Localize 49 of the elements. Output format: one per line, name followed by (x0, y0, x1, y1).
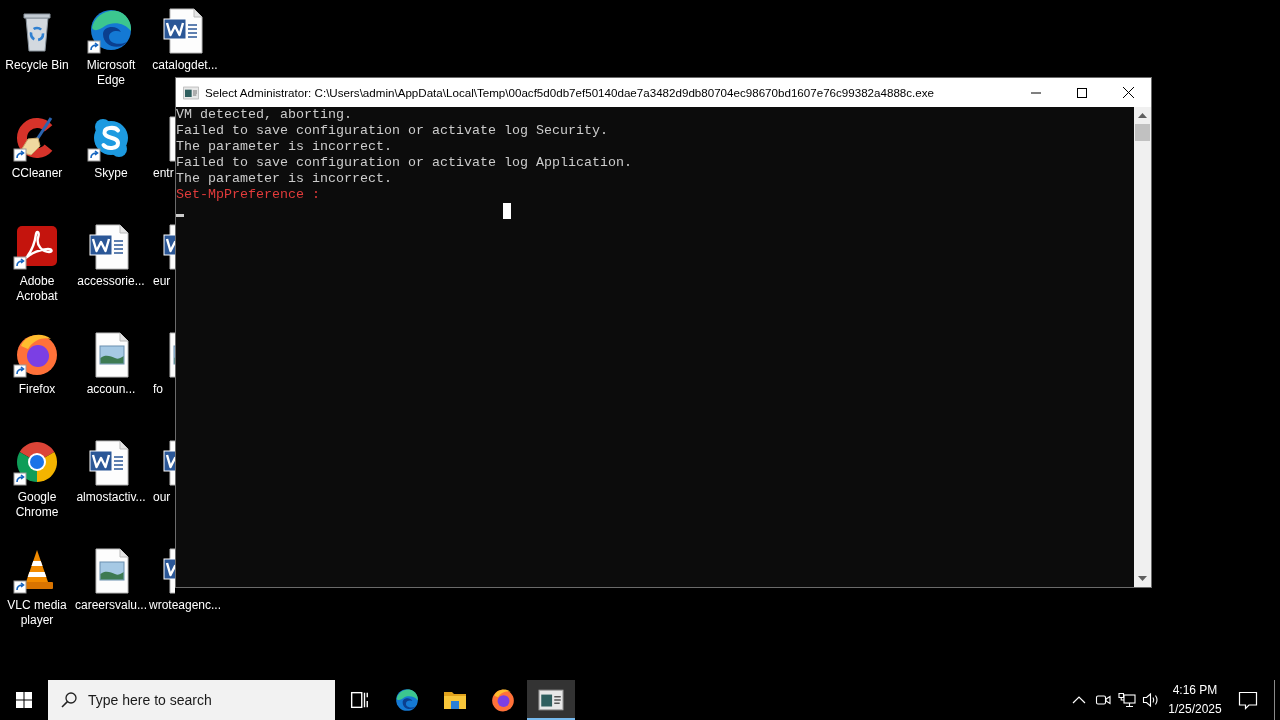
scroll-up-arrow-icon[interactable] (1138, 113, 1147, 118)
icon-label[interactable]: careersvalu... (75, 598, 147, 613)
speech-bubble-icon (1238, 690, 1258, 710)
console-line: Failed to save configuration or activate log Application. (176, 155, 633, 171)
text-caret-icon (176, 214, 184, 217)
icon-label[interactable]: Microsoft Edge (74, 58, 148, 88)
icon-label[interactable]: entr (153, 166, 174, 181)
task-view-icon[interactable] (348, 689, 370, 711)
icon-label[interactable]: Adobe Acrobat (0, 274, 74, 304)
icon-label[interactable]: CCleaner (11, 166, 63, 181)
console-line: Failed to save configuration or activate log Security. (176, 123, 609, 139)
window-title: Select Administrator: C:\Users\admin\AppData\Local\Temp\00acf5d0db7ef50140dae7a3482d9db80704ec98670bd1607e76c99382a4888c.exe (205, 86, 936, 99)
icon-label[interactable]: Skype (94, 166, 128, 181)
console-line: VM detected, aborting. (176, 107, 353, 123)
console-line: The parameter is incorrect. (176, 171, 393, 187)
firefox-logo-icon[interactable] (490, 687, 516, 713)
maximize-icon (1077, 87, 1087, 98)
icon-label[interactable]: eur (153, 274, 171, 289)
speaker-icon (1142, 692, 1160, 708)
console-line: Set-MpPreference : (176, 187, 321, 203)
icon-label[interactable]: VLC media player (0, 598, 74, 628)
video-camera-icon (1095, 692, 1111, 708)
taskbar-app-button[interactable] (527, 680, 575, 720)
icon-label[interactable]: wroteagenc... (148, 598, 221, 613)
chevron-up-icon (1072, 696, 1086, 704)
console-line: The parameter is incorrect. (176, 139, 393, 155)
icon-label[interactable]: catalogdet... (152, 58, 218, 73)
scroll-down-arrow-icon[interactable] (1138, 576, 1147, 581)
edge-logo-icon[interactable] (394, 687, 420, 713)
icon-label[interactable]: Google Chrome (0, 490, 74, 520)
scrollbar[interactable] (1134, 107, 1151, 587)
terminal-window-icon[interactable] (538, 687, 564, 713)
icon-label[interactable]: our (153, 490, 171, 505)
icon-label[interactable]: Recycle Bin (5, 58, 69, 73)
clock-time[interactable]: 4:16 PM (1172, 681, 1218, 700)
network-icon (1118, 692, 1136, 708)
mouse-cursor-icon (503, 203, 511, 219)
windows-logo-icon (16, 692, 32, 708)
search-icon (61, 692, 77, 708)
icon-label[interactable]: accoun... (86, 382, 136, 397)
icon-label[interactable]: accessorie... (77, 274, 145, 289)
scrollbar-thumb[interactable] (1135, 124, 1150, 141)
icon-label[interactable]: Firefox (18, 382, 56, 397)
close-icon (1122, 87, 1134, 98)
window-app-icon (183, 84, 199, 101)
clock-date[interactable]: 1/25/2025 (1168, 700, 1222, 719)
icon-label[interactable]: almostactiv... (76, 490, 146, 505)
icon-label[interactable]: fo (153, 382, 163, 397)
search-field[interactable]: Type here to search (48, 680, 335, 720)
